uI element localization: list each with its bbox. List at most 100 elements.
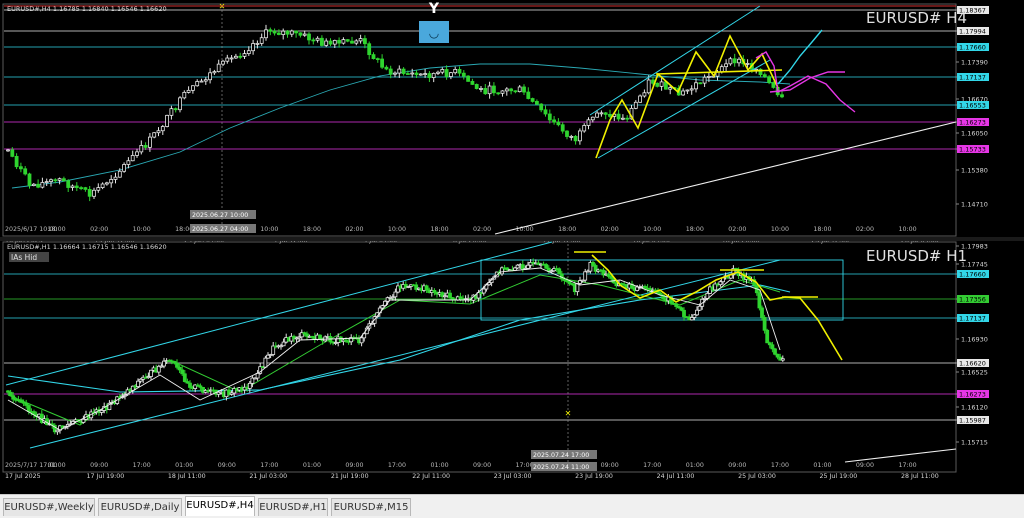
candle-body [547, 113, 552, 121]
candle-body [242, 53, 247, 57]
candle-body [371, 54, 376, 60]
candle-body [773, 348, 777, 355]
candle-body [70, 185, 75, 188]
h1-grid-time-label: 17:00 [260, 462, 278, 469]
candle-body [401, 68, 406, 74]
candle-body [165, 114, 170, 127]
candle-body [225, 57, 230, 62]
candle-body [87, 189, 92, 197]
h1-cross-marker: ✕ [565, 409, 572, 418]
h1-grid-time-label: 17:00 [133, 462, 151, 469]
h4-grid-time-label: 02:00 [856, 226, 874, 233]
tab-weekly[interactable]: EURUSD#,Weekly [3, 498, 95, 516]
candle-body [638, 95, 642, 103]
candle-body [160, 126, 165, 132]
candle-body [259, 37, 264, 44]
candle-body [526, 91, 531, 99]
h4-grid-time-label: 18:00 [430, 226, 448, 233]
candle-body [345, 39, 350, 42]
h1-grid-time-label: 01:00 [813, 462, 831, 469]
tab-m15[interactable]: EURUSD#,M15 [331, 498, 411, 516]
h1-grid-time-label: 17:00 [771, 462, 789, 469]
candle-body [393, 72, 397, 75]
candle-body [74, 185, 79, 189]
h1-grid-time-label: 17:00 [388, 462, 406, 469]
candle-body [100, 183, 105, 188]
h4-grid-time-label: 10:00 [133, 226, 151, 233]
candle-body [659, 81, 664, 87]
candle-body [448, 72, 453, 77]
candle-body [229, 57, 234, 60]
candle-body [674, 303, 679, 307]
candle-body [504, 88, 509, 92]
candle-body [212, 71, 217, 74]
candle-body [780, 358, 785, 361]
h1-time-label: 25 Jul 19:00 [820, 473, 858, 480]
candle-body [728, 58, 733, 65]
candle-body [264, 29, 268, 39]
candle-body [130, 155, 135, 162]
candle-body [765, 329, 770, 344]
h1-white-trendline [844, 448, 957, 463]
h4-y-tick-label: 1.14710 [961, 201, 988, 209]
h1-grid-time-label: 17:00 [516, 462, 534, 469]
h1-level-tag-label: 1.15987 [959, 417, 986, 425]
candle-body [147, 136, 152, 148]
candle-body [526, 264, 530, 269]
h4-pane-border [2, 3, 957, 237]
h1-time-label: 28 Jul 11:00 [901, 473, 939, 480]
candle-body [341, 39, 346, 44]
candle-body [427, 73, 432, 78]
candle-body [53, 179, 58, 182]
tab-daily[interactable]: EURUSD#,Daily [98, 498, 182, 516]
chart-window: EURUSD#,H4 1.16785 1.16840 1.16546 1.166… [0, 0, 1024, 517]
candle-body [380, 58, 385, 68]
candle-body [483, 88, 488, 95]
h1-time-label: 21 Jul 19:00 [331, 473, 369, 480]
h4-cyan-channel-lower [597, 59, 771, 159]
h4-level-tag-label: 1.17994 [959, 28, 986, 36]
h4-level-tag-label: 1.17660 [959, 44, 986, 52]
h1-time-label: 17 Jul 2025 [5, 473, 41, 480]
candle-body [689, 88, 694, 91]
candle-body [186, 89, 191, 93]
brand-icon: Y [428, 1, 440, 17]
candle-body [530, 98, 535, 102]
tab-h4[interactable]: EURUSD#,H4 [185, 496, 255, 516]
h4-moving-average [11, 63, 791, 189]
h4-candles [6, 24, 784, 202]
candle-body [10, 149, 15, 157]
candle-body [156, 130, 161, 134]
h4-grid-time-label: 18:00 [686, 226, 704, 233]
candle-body [444, 69, 449, 77]
candle-body [681, 90, 685, 96]
candle-body [697, 305, 702, 311]
candle-body [362, 38, 367, 45]
candle-body [655, 82, 660, 87]
candle-body [603, 112, 608, 115]
chart-canvas[interactable]: EURUSD#,H4 1.16785 1.16840 1.16546 1.166… [0, 0, 1024, 494]
candle-body [757, 292, 762, 309]
candle-body [319, 37, 324, 46]
candle-body [18, 166, 23, 170]
candle-body [481, 288, 486, 294]
candle-body [718, 281, 723, 286]
h1-y-tick-label: 1.17983 [961, 243, 988, 251]
h1-grid-time-label: 01:00 [686, 462, 704, 469]
h1-y-tick-label: 1.17745 [961, 261, 988, 269]
tab-h1[interactable]: EURUSD#,H1 [258, 498, 328, 516]
candle-body [625, 117, 630, 120]
h1-crosshair-label: 2025.07.24 11:00 [533, 464, 589, 471]
candle-body [81, 418, 86, 423]
candle-body [31, 183, 36, 186]
candle-body [762, 74, 767, 78]
candle-body [79, 187, 83, 190]
candle-body [152, 132, 157, 138]
candle-body [621, 117, 625, 120]
candle-body [40, 182, 45, 188]
candle-body [8, 391, 13, 397]
candle-body [143, 145, 148, 148]
candle-body [565, 130, 569, 137]
h4-grid-time-label: 10:00 [643, 226, 661, 233]
candle-body [289, 30, 294, 35]
